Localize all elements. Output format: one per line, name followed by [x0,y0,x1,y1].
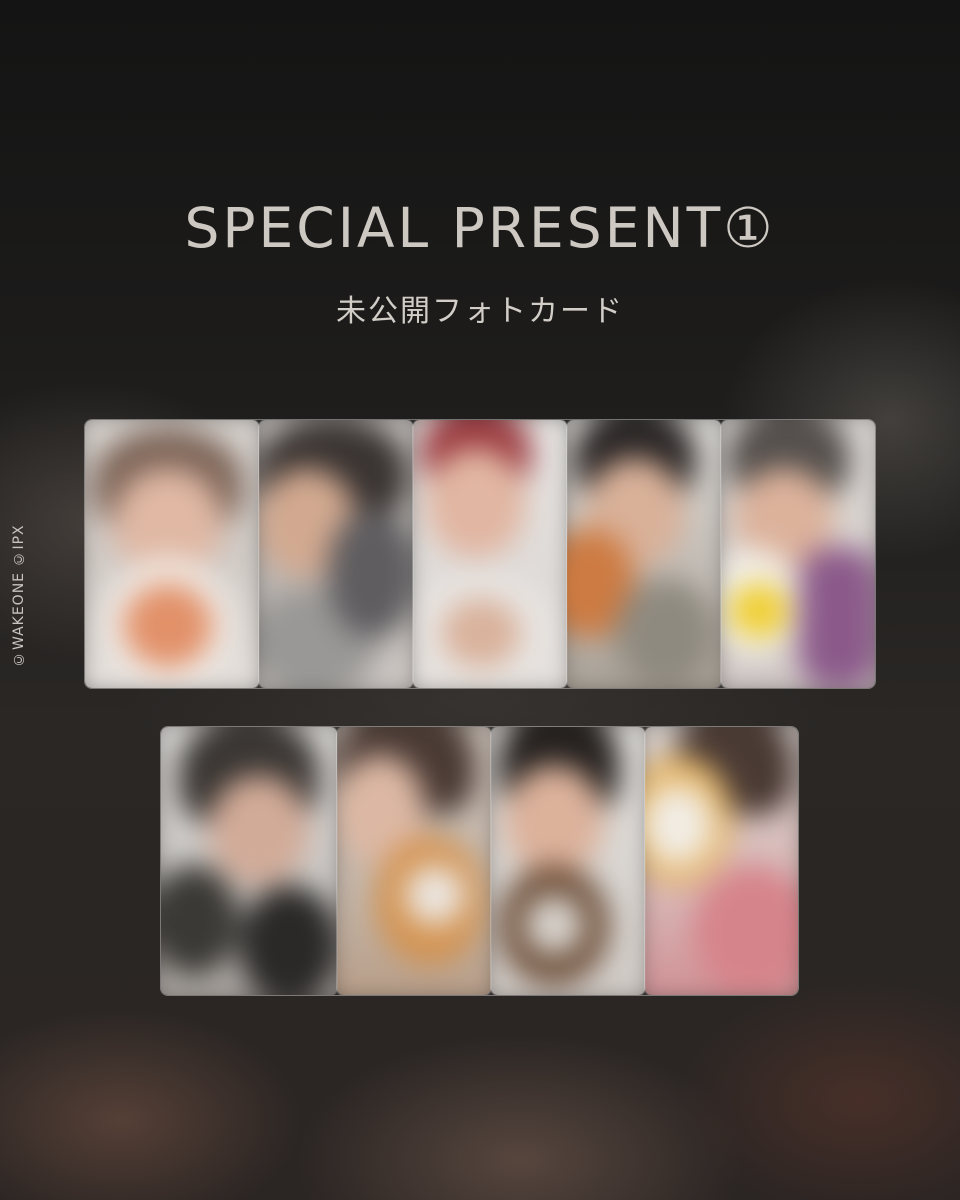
copyright-notice: ©WAKEONE ©IPX [11,524,27,668]
photocard [567,420,721,688]
photocard [337,727,491,995]
page-subtitle: 未公開フォトカード [336,294,624,329]
photocard [721,420,875,688]
photocard [85,420,259,688]
photocard [161,727,337,995]
photocard [491,727,645,995]
photocard-row-2 [160,726,799,996]
photocard [259,420,413,688]
photocard [645,727,798,995]
photocard-row-1 [84,419,876,689]
page-title: SPECIAL PRESENT① [184,196,776,260]
photocard [413,420,567,688]
